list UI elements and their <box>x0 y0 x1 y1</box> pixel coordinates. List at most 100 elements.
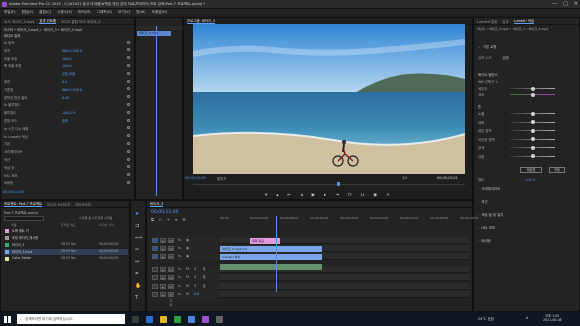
saturation-value[interactable]: 100.0 <box>525 178 535 182</box>
reset-parameter-icon[interactable] <box>127 79 130 83</box>
ec-row[interactable]: 불투명도 100.0 % <box>4 110 76 115</box>
lut-dropdown[interactable]: 없음 <box>503 56 509 60</box>
track-header[interactable]: 🔒︎ V1 ⇆ ◉ <box>150 253 218 260</box>
ec-row-value[interactable]: 100.0 <box>62 64 71 68</box>
ec-row[interactable]: 크리에이티브 <box>4 149 62 154</box>
sync-lock-icon[interactable]: ⇆ <box>178 284 181 288</box>
source-patch-toggle[interactable] <box>152 254 158 259</box>
microphone-icon[interactable]: 🎙︎ <box>202 267 206 271</box>
eye-icon[interactable]: ◉ <box>186 238 189 242</box>
linked-selection-icon[interactable]: ⚭ <box>167 217 170 222</box>
play-icon[interactable]: ▶ <box>312 193 315 198</box>
hand-tool-icon[interactable]: ✋ <box>135 283 142 289</box>
menu-sequence[interactable]: 시퀀스(S) <box>57 10 72 15</box>
razor-tool-icon[interactable]: ✂ <box>135 247 142 253</box>
ec-row-value[interactable]: 960.0 540.0 <box>62 88 82 92</box>
sync-lock-icon[interactable]: ⇆ <box>178 246 181 250</box>
ec-row[interactable]: 비네팅 <box>4 180 62 185</box>
track-lane[interactable] <box>219 274 469 281</box>
solo-icon[interactable]: S <box>194 275 196 279</box>
reset-parameter-icon[interactable] <box>127 141 130 145</box>
source-patch-toggle[interactable] <box>152 275 158 280</box>
reset-parameter-icon[interactable] <box>127 63 130 67</box>
slip-tool-icon[interactable]: ↔ <box>135 259 142 265</box>
mark-in-icon[interactable]: ▾ <box>265 193 267 198</box>
col-name[interactable]: 이름 <box>11 223 17 227</box>
track-header[interactable]: 🔒︎ A3 ⇆ M S 🎙︎ <box>150 282 218 290</box>
ec-row[interactable]: 폭 비율 조정 100.0 <box>4 63 71 68</box>
menu-view[interactable]: 보기(V) <box>118 10 130 15</box>
project-item[interactable]: 바이크_3 29.97 fps 00;00;00;00 <box>4 242 128 248</box>
tab-media-browser[interactable]: 미디어 브라우저 <box>47 202 70 207</box>
audio-clip-a1[interactable] <box>220 264 322 270</box>
track-select-tool-icon[interactable]: ⇉ <box>135 223 142 229</box>
ec-row-value[interactable]: 0.00 <box>62 96 69 100</box>
ec-row[interactable]: 색상 휠 <box>4 165 62 170</box>
source-patch-toggle[interactable] <box>152 266 158 272</box>
menu-graphics[interactable]: 그래픽(G) <box>97 10 113 15</box>
reset-parameter-icon[interactable] <box>127 173 130 177</box>
auto-button[interactable]: 자동 <box>549 167 565 173</box>
sync-lock-icon[interactable]: ⇆ <box>178 267 181 271</box>
store-icon[interactable] <box>188 315 195 323</box>
reset-parameter-icon[interactable] <box>127 118 130 122</box>
ec-row-value[interactable]: 균일 비율 <box>62 72 75 76</box>
edge-icon[interactable] <box>146 315 153 323</box>
quality-dropdown[interactable]: 1/2 <box>402 176 407 180</box>
snap-icon[interactable]: ∩ <box>159 217 162 222</box>
reset-parameter-icon[interactable] <box>127 48 130 52</box>
section-color-wheels[interactable]: › 색상 휠 및 일치 <box>478 212 503 217</box>
ec-row[interactable]: 혼합 모드 표준 <box>4 118 68 123</box>
label-color-swatch[interactable] <box>5 236 9 240</box>
tab-lumetri-scopes[interactable]: Lumetri 범위 <box>477 19 497 24</box>
selection-tool-icon[interactable]: ➤ <box>135 211 142 217</box>
label-color-swatch[interactable] <box>5 250 9 254</box>
tab-audio-mixer[interactable]: 오디오 클립 믹서: 바이크_3 <box>61 19 100 24</box>
project-item[interactable]: 조정 레이어_재사용 <box>4 235 128 241</box>
ec-row[interactable]: 위치 960.0 540.0 <box>4 48 82 53</box>
maximize-button[interactable]: □ <box>563 1 568 7</box>
ripple-edit-tool-icon[interactable]: ⟺ <box>135 235 142 241</box>
temperature-slider[interactable] <box>510 86 555 91</box>
tab-project[interactable]: 프로젝트: Part.7 프로젝트 <box>4 201 43 207</box>
ec-row-value[interactable]: 100.0 <box>62 57 71 61</box>
app-taskbar-icon[interactable] <box>216 315 223 323</box>
video-clip-v1[interactable]: Lumetri 색상 <box>220 254 322 260</box>
project-item[interactable]: 트랙 매트 키 <box>4 228 128 234</box>
menu-clip[interactable]: 클립(C) <box>39 10 51 15</box>
track-lane[interactable] <box>219 291 469 298</box>
mark-out-icon[interactable]: ▴ <box>276 193 278 198</box>
tone-slider[interactable] <box>510 154 555 158</box>
label-color-swatch[interactable] <box>5 243 9 247</box>
section-curves[interactable]: › 곡선 <box>478 199 488 204</box>
reset-button[interactable]: 재설정 <box>520 167 542 173</box>
file-explorer-icon[interactable] <box>160 315 167 323</box>
track-header[interactable]: 🔒︎ A1 ⇆ M S 🎙︎ <box>150 265 218 273</box>
wrench-icon[interactable]: ⚙ <box>182 217 186 222</box>
ec-row[interactable]: 기본 <box>4 141 62 146</box>
menu-marker[interactable]: 마커(M) <box>78 10 91 15</box>
ec-row-value[interactable]: 960.0 540.0 <box>62 49 82 53</box>
ec-row[interactable]: fx 시간 다시 매핑 <box>4 126 62 131</box>
reset-parameter-icon[interactable] <box>127 40 130 44</box>
close-button[interactable]: ✕ <box>574 1 578 7</box>
fit-dropdown[interactable]: 맞추기 <box>217 176 226 181</box>
ec-row[interactable]: 비율 조정 100.0 <box>4 56 71 61</box>
program-timecode[interactable]: 00;00;11;00 <box>185 176 206 180</box>
reset-parameter-icon[interactable] <box>127 56 130 60</box>
step-back-icon[interactable]: ◂ <box>300 193 302 198</box>
sync-lock-icon[interactable]: ⇆ <box>178 254 181 258</box>
menu-help[interactable]: 도움말(H) <box>152 10 167 15</box>
ec-row[interactable]: 회전 0.0 <box>4 79 67 84</box>
solo-icon[interactable]: S <box>194 284 196 288</box>
mute-icon[interactable]: M <box>186 267 189 271</box>
sync-lock-icon[interactable]: ⇆ <box>178 292 181 296</box>
mute-icon[interactable]: M <box>186 292 189 296</box>
master-volume[interactable]: 0.0 <box>194 292 199 296</box>
tone-slider[interactable] <box>510 145 555 150</box>
reset-parameter-icon[interactable] <box>127 165 130 169</box>
tone-slider[interactable] <box>510 137 555 141</box>
track-lock-icon[interactable]: 🔒︎ <box>160 254 166 259</box>
track-header[interactable]: 🔒︎ V3 ⇆ ◉ <box>150 237 218 244</box>
reset-parameter-icon[interactable] <box>127 95 130 99</box>
